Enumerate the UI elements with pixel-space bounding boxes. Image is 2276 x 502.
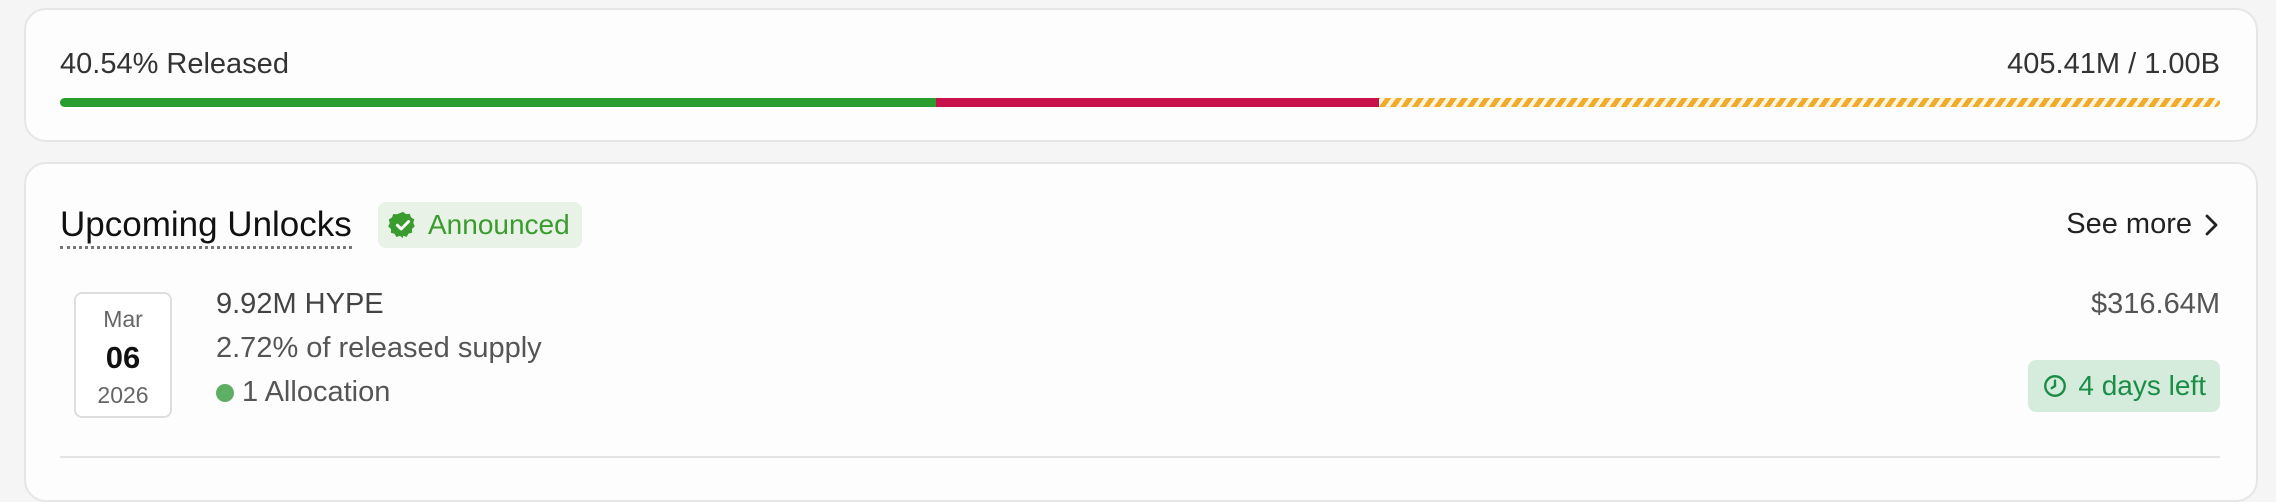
unlock-supply-share: 2.72% of released supply [216, 332, 542, 364]
upcoming-unlocks-card: Upcoming Unlocks Announced See more Mar … [24, 162, 2258, 502]
time-left-label: 4 days left [2078, 370, 2206, 401]
progress-locked-segment [935, 98, 1380, 107]
chevron-right-icon [2202, 212, 2220, 238]
allocation-dot-icon [216, 383, 234, 402]
clock-icon [2042, 373, 2068, 399]
unlock-list-item[interactable]: Mar 06 2026 9.92M HYPE 2.72% of released… [60, 288, 2220, 438]
progress-pending-segment [1379, 98, 2220, 107]
divider [60, 456, 2220, 458]
see-more-label: See more [2066, 208, 2192, 240]
date-year: 2026 [97, 382, 149, 408]
section-title[interactable]: Upcoming Unlocks [60, 206, 352, 249]
unlock-allocation: 1 Allocation [216, 376, 390, 409]
release-percent: 40.54% Released [60, 48, 289, 80]
date-day: 06 [105, 340, 141, 375]
unlock-value: $316.64M [2091, 288, 2220, 320]
badge-label: Announced [428, 209, 570, 240]
progress-released-segment [60, 98, 936, 107]
announced-badge: Announced [378, 202, 582, 248]
time-left-badge: 4 days left [2028, 360, 2220, 412]
verified-check-icon [388, 210, 418, 240]
date-month: Mar [103, 306, 143, 332]
unlock-amount: 9.92M HYPE [216, 288, 384, 320]
release-progress-bar [60, 98, 2220, 107]
allocation-label: 1 Allocation [242, 376, 391, 408]
see-more-link[interactable]: See more [2066, 208, 2220, 241]
release-card: 40.54% Released 405.41M / 1.00B [24, 8, 2258, 142]
unlock-date: Mar 06 2026 [74, 292, 172, 418]
release-total: 405.41M / 1.00B [2007, 48, 2220, 80]
